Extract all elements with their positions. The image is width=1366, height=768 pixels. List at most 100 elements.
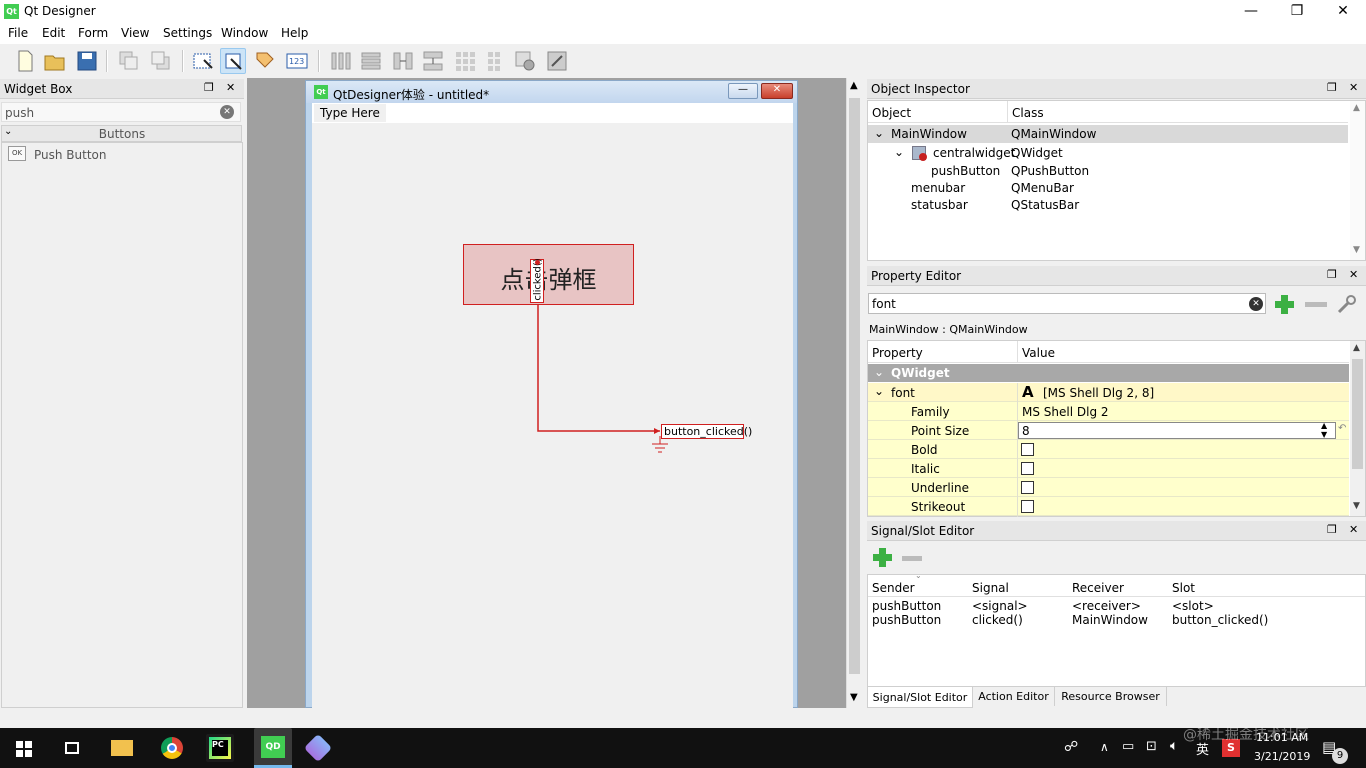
bring-to-front-icon[interactable] (116, 48, 142, 74)
close-icon[interactable]: ✕ (1349, 268, 1358, 281)
menu-edit[interactable]: Edit (42, 26, 65, 40)
minimize-button[interactable]: — (1228, 0, 1274, 24)
edit-signals-slots-icon[interactable] (220, 48, 246, 74)
edit-tab-order-icon[interactable]: 123 (284, 48, 310, 74)
qt-designer-icon[interactable]: QD (254, 728, 292, 768)
close-icon[interactable]: ✕ (226, 81, 235, 94)
layout-horizontal-icon[interactable] (328, 48, 354, 74)
wrench-icon[interactable] (1335, 294, 1359, 316)
scroll-up-icon[interactable]: ▲ (1353, 343, 1360, 353)
property-family[interactable]: Family MS Shell Dlg 2 (868, 402, 1349, 421)
menu-window[interactable]: Window (221, 26, 268, 40)
connection-start-handle[interactable] (535, 260, 540, 265)
tab-action-editor[interactable]: Action Editor (973, 687, 1055, 706)
clock-date[interactable]: 3/21/2019 (1254, 750, 1310, 763)
send-to-back-icon[interactable] (148, 48, 174, 74)
tree-row-menubar[interactable]: menubar QMenuBar (868, 179, 1348, 197)
start-icon[interactable] (10, 734, 38, 762)
tree-row-centralwidget[interactable]: ⌄ centralwidget QWidget (868, 144, 1348, 162)
form-close-button[interactable]: ✕ (761, 83, 793, 99)
scroll-up-icon[interactable]: ▲ (1353, 103, 1360, 113)
clear-search-icon[interactable]: ✕ (220, 105, 234, 119)
type-here-menu[interactable]: Type Here (314, 104, 386, 122)
remove-connection-button[interactable] (902, 556, 922, 561)
close-button[interactable]: ✕ (1320, 0, 1366, 24)
property-bold[interactable]: Bold (868, 440, 1349, 459)
menu-file[interactable]: File (8, 26, 28, 40)
italic-checkbox[interactable] (1021, 462, 1034, 475)
adjust-size-icon[interactable] (544, 48, 570, 74)
reset-icon[interactable]: ↶ (1338, 423, 1346, 434)
close-icon[interactable]: ✕ (1349, 81, 1358, 94)
chevron-down-icon[interactable]: ⌄ (874, 384, 884, 398)
network-icon[interactable]: ⊡ (1146, 739, 1157, 754)
menu-help[interactable]: Help (281, 26, 308, 40)
layout-grid-icon[interactable] (452, 48, 478, 74)
mdi-scrollbar[interactable]: ▲ ▼ (846, 78, 862, 708)
save-icon[interactable] (74, 48, 100, 74)
property-filter-input[interactable]: font ✕ (868, 293, 1266, 314)
remove-property-button[interactable] (1305, 302, 1327, 307)
scroll-up-icon[interactable]: ▲ (850, 80, 858, 91)
category-buttons[interactable]: ⌄ Buttons (1, 125, 242, 142)
add-property-button[interactable] (1273, 293, 1297, 315)
connection-row[interactable]: pushButton clicked() MainWindow button_c… (868, 613, 1365, 627)
chevron-down-icon[interactable]: ⌄ (874, 126, 884, 140)
widget-search-input[interactable]: push ✕ (1, 102, 241, 122)
float-icon[interactable]: ❐ (204, 81, 214, 94)
tab-signal-slot-editor[interactable]: Signal/Slot Editor (867, 687, 973, 708)
menu-view[interactable]: View (121, 26, 149, 40)
chevron-down-icon[interactable]: ⌄ (894, 145, 904, 159)
battery-icon[interactable]: ▭ (1122, 739, 1134, 754)
file-explorer-icon[interactable] (108, 734, 136, 762)
scroll-down-icon[interactable]: ▼ (1353, 501, 1360, 511)
chrome-icon[interactable] (158, 734, 186, 762)
menu-form[interactable]: Form (78, 26, 108, 40)
widget-item-push-button[interactable]: Push Button (34, 148, 107, 162)
bold-checkbox[interactable] (1021, 443, 1034, 456)
tree-row-statusbar[interactable]: statusbar QStatusBar (868, 196, 1348, 214)
spin-arrows-icon[interactable]: ▲ ▼ (1321, 421, 1327, 439)
add-connection-button[interactable] (872, 547, 894, 569)
connection-row[interactable]: pushButton <signal> <receiver> <slot> (868, 599, 1365, 613)
scroll-down-icon[interactable]: ▼ (850, 692, 858, 703)
open-icon[interactable] (42, 48, 68, 74)
edit-widgets-icon[interactable] (190, 48, 216, 74)
scroll-thumb[interactable] (849, 98, 860, 674)
tree-row-pushbutton[interactable]: pushButton QPushButton (868, 162, 1348, 180)
break-layout-icon[interactable] (512, 48, 538, 74)
tab-resource-browser[interactable]: Resource Browser (1055, 687, 1167, 706)
property-italic[interactable]: Italic (868, 459, 1349, 478)
layout-horizontal-splitter-icon[interactable] (390, 48, 416, 74)
property-strikeout[interactable]: Strikeout (868, 497, 1349, 516)
scroll-thumb[interactable] (1352, 359, 1363, 469)
restore-button[interactable]: ❐ (1274, 0, 1320, 24)
scroll-down-icon[interactable]: ▼ (1353, 245, 1360, 255)
object-tree-scrollbar[interactable]: ▲ ▼ (1350, 101, 1365, 260)
close-icon[interactable]: ✕ (1349, 523, 1358, 536)
chevron-down-icon[interactable]: ⌄ (874, 365, 884, 379)
people-icon[interactable]: ☍ (1064, 739, 1078, 755)
strikeout-checkbox[interactable] (1021, 500, 1034, 513)
app-icon[interactable] (303, 733, 333, 763)
clear-filter-icon[interactable]: ✕ (1249, 297, 1263, 311)
menu-settings[interactable]: Settings (163, 26, 212, 40)
float-icon[interactable]: ❐ (1327, 523, 1337, 536)
tree-row-mainwindow[interactable]: ⌄ MainWindow QMainWindow (868, 125, 1348, 143)
property-point-size[interactable]: Point Size 8 ▲ ▼ ↶ (868, 421, 1349, 440)
float-icon[interactable]: ❐ (1327, 268, 1337, 281)
task-view-icon[interactable] (58, 734, 86, 762)
float-icon[interactable]: ❐ (1327, 81, 1337, 94)
layout-vertical-splitter-icon[interactable] (420, 48, 446, 74)
property-font[interactable]: ⌄ font A [MS Shell Dlg 2, 8] (868, 383, 1349, 402)
volume-icon[interactable]: 🔈︎ (1170, 738, 1178, 754)
form-minimize-button[interactable]: — (728, 83, 758, 99)
edit-buddies-icon[interactable] (252, 48, 278, 74)
property-scrollbar[interactable]: ▲ ▼ (1350, 341, 1365, 516)
layout-form-icon[interactable] (482, 48, 508, 74)
property-underline[interactable]: Underline (868, 478, 1349, 497)
push-button[interactable]: 点击弹框 (463, 244, 634, 305)
underline-checkbox[interactable] (1021, 481, 1034, 494)
tray-expand-icon[interactable]: ∧ (1100, 740, 1109, 754)
group-qwidget[interactable]: ⌄ QWidget (868, 364, 1349, 382)
